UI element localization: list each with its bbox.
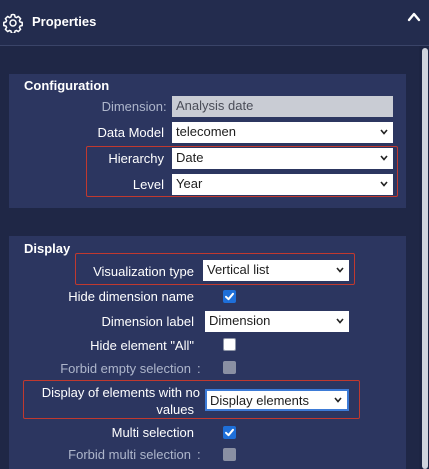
forbid-empty-selection-label: Forbid empty selection	[60, 361, 191, 376]
forbid-empty-selection-colon: :	[197, 361, 201, 376]
visualization-type-value: Vertical list	[207, 262, 270, 277]
dimension-label-label: Dimension label	[101, 314, 195, 329]
display-elements-no-values-label-line1: Display of elements with no	[41, 385, 200, 400]
dimension-label-select[interactable]: Dimension	[205, 311, 349, 332]
forbid-multi-selection-label: Forbid multi selection	[68, 447, 191, 462]
chevron-down-icon	[380, 181, 388, 187]
level-select[interactable]: Year	[172, 174, 393, 195]
checkmark-icon	[225, 428, 234, 437]
multi-selection-label: Multi selection	[111, 425, 194, 440]
level-value: Year	[176, 176, 203, 191]
chevron-up-icon[interactable]	[407, 10, 421, 24]
properties-header[interactable]: Properties	[0, 0, 429, 46]
forbid-multi-selection-checkbox	[223, 448, 236, 461]
hide-element-all-label: Hide element "All"	[90, 338, 194, 353]
hide-element-all-checkbox[interactable]	[223, 338, 236, 351]
display-title: Display	[24, 241, 71, 256]
dimension-label-value: Dimension	[209, 313, 271, 328]
display-elements-no-values-label-line2: values	[156, 402, 194, 417]
multi-selection-checkbox[interactable]	[223, 426, 236, 439]
checkmark-icon	[225, 292, 234, 301]
forbid-empty-selection-checkbox	[223, 361, 236, 374]
data-model-value: telecomen	[176, 124, 236, 139]
chevron-down-icon	[380, 129, 388, 135]
level-label: Level	[132, 177, 164, 192]
data-model-select[interactable]: telecomen	[172, 122, 393, 143]
forbid-multi-selection-colon: :	[197, 447, 201, 462]
display-elements-no-values-value: Display elements	[210, 393, 309, 408]
scrollbar-thumb[interactable]	[422, 48, 428, 469]
chevron-down-icon	[380, 155, 388, 161]
hierarchy-label: Hierarchy	[108, 151, 164, 166]
dimension-field: Analysis date	[172, 96, 393, 117]
chevron-down-icon	[336, 267, 344, 273]
data-model-label: Data Model	[97, 125, 164, 140]
display-elements-no-values-select[interactable]: Display elements	[205, 389, 349, 411]
visualization-type-label: Visualization type	[93, 264, 194, 279]
configuration-title: Configuration	[24, 78, 110, 93]
hierarchy-value: Date	[176, 150, 204, 165]
hierarchy-select[interactable]: Date	[172, 148, 393, 169]
chevron-down-icon	[334, 397, 342, 403]
chevron-down-icon	[336, 318, 344, 324]
dimension-label: Dimension	[101, 99, 163, 114]
hide-dimension-name-checkbox[interactable]	[223, 290, 236, 303]
visualization-type-select[interactable]: Vertical list	[203, 260, 349, 281]
hide-dimension-name-label: Hide dimension name	[68, 289, 194, 304]
dimension-colon: :	[163, 99, 167, 114]
header-title: Properties	[32, 14, 97, 29]
gear-icon	[3, 13, 23, 33]
